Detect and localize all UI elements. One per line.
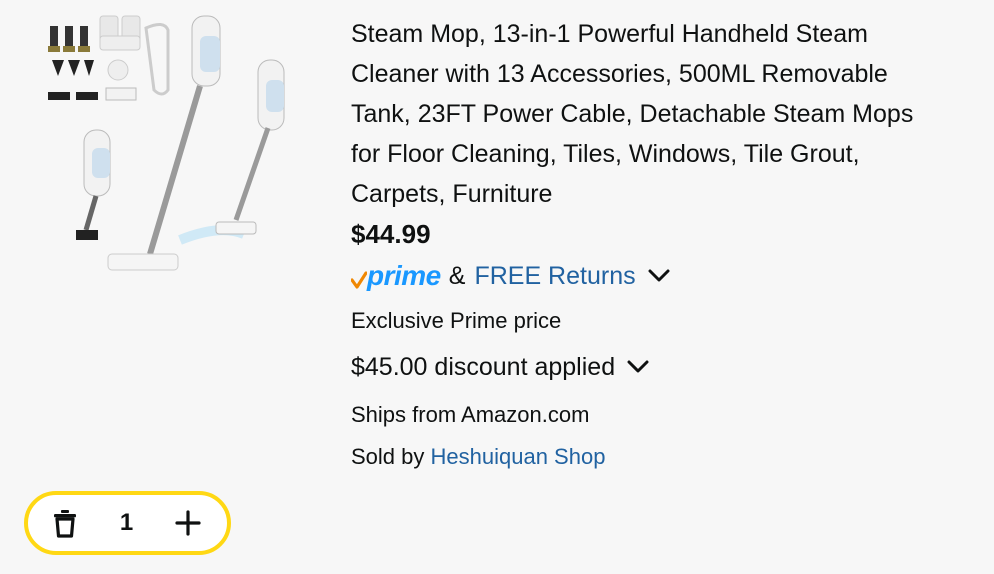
accessories-group [48,15,170,101]
title-line[interactable]: Cleaner with 13 Accessories, 500ML Remov… [351,54,987,94]
product-price: $44.99 [351,219,431,249]
discount-text[interactable]: $45.00 discount applied [351,353,615,382]
exclusive-prime-price: Exclusive Prime price [351,308,562,333]
title-line[interactable]: Steam Mop, 13-in-1 Powerful Handheld Ste… [351,14,987,54]
discount-row[interactable]: $45.00 discount applied [351,342,987,392]
prime-returns-row[interactable]: prime & FREE Returns [351,252,987,300]
prime-word: prime [367,260,441,291]
chevron-down-icon[interactable] [648,269,670,283]
ships-from: Ships from Amazon.com [351,402,590,427]
sold-by: Sold by Heshuiquan Shop [351,440,987,474]
ampersand: & [448,261,466,290]
chevron-down-icon[interactable] [627,360,649,374]
quantity-stepper: 1 [24,491,231,555]
trash-icon[interactable] [48,503,82,543]
handheld-unit [76,129,111,240]
prime-check-icon [351,271,367,289]
title-line[interactable]: Tank, 23FT Power Cable, Detachable Steam… [351,94,987,134]
plus-icon[interactable] [171,503,205,543]
prime-logo: prime [351,262,441,290]
sold-by-label: Sold by [351,444,425,469]
title-line[interactable]: Carpets, Furniture [351,174,987,214]
seller-link[interactable]: Heshuiquan Shop [431,444,606,469]
title-line[interactable]: for Floor Cleaning, Tiles, Windows, Tile… [351,134,987,174]
quantity-value: 1 [119,509,134,536]
free-returns-link[interactable]: FREE Returns [474,262,635,291]
product-details: Steam Mop, 13-in-1 Powerful Handheld Ste… [351,14,987,474]
product-image[interactable] [40,8,312,280]
product-title[interactable]: Steam Mop, 13-in-1 Powerful Handheld Ste… [351,14,987,214]
standing-mop [215,59,285,235]
